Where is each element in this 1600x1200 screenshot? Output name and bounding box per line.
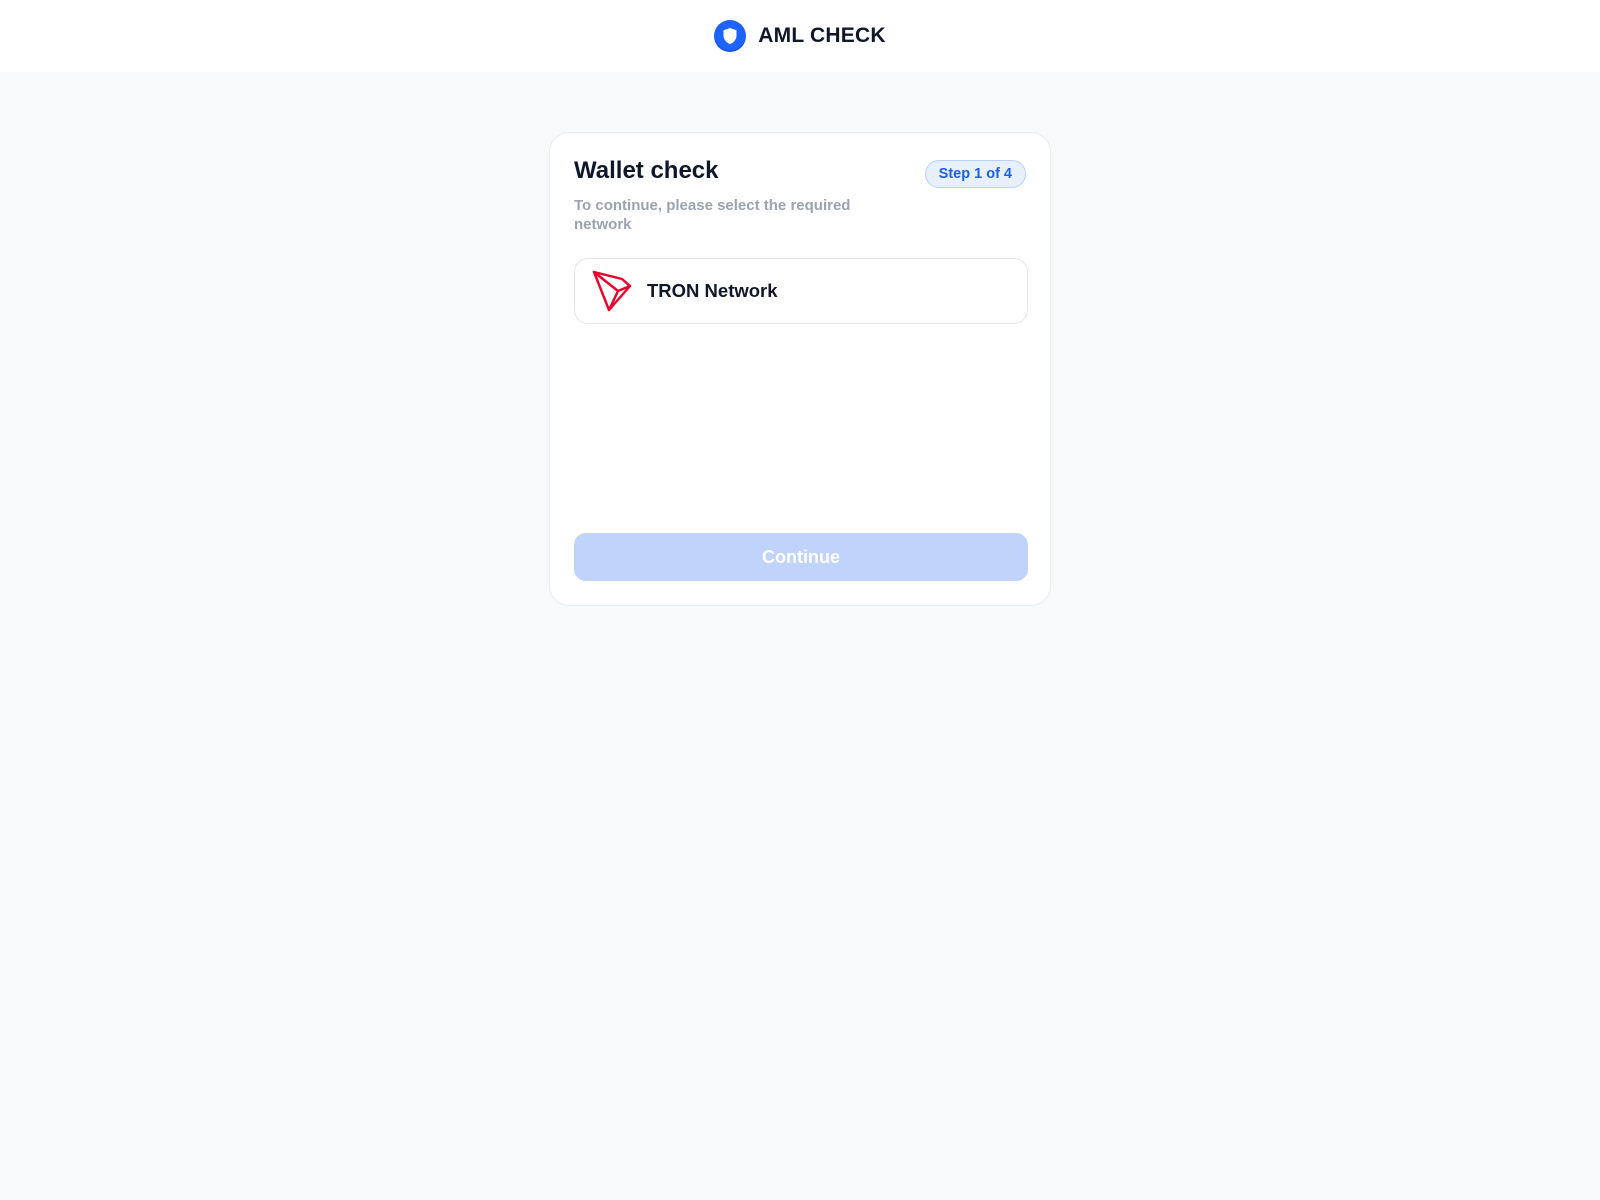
continue-button[interactable]: Continue xyxy=(574,533,1028,581)
step-badge: Step 1 of 4 xyxy=(924,160,1026,188)
network-label: TRON Network xyxy=(647,280,778,301)
top-header: AML CHECK xyxy=(0,0,1600,72)
shield-icon xyxy=(714,20,747,52)
app-name: AML CHECK xyxy=(758,24,886,47)
tron-icon xyxy=(591,270,633,312)
card-title: Wallet check xyxy=(574,157,719,184)
network-option-tron[interactable]: TRON Network xyxy=(574,258,1028,324)
brand-link[interactable]: AML CHECK xyxy=(714,20,886,52)
wallet-check-card: Wallet check Step 1 of 4 To continue, pl… xyxy=(549,132,1051,606)
card-subtitle: To continue, please select the required … xyxy=(574,197,851,233)
